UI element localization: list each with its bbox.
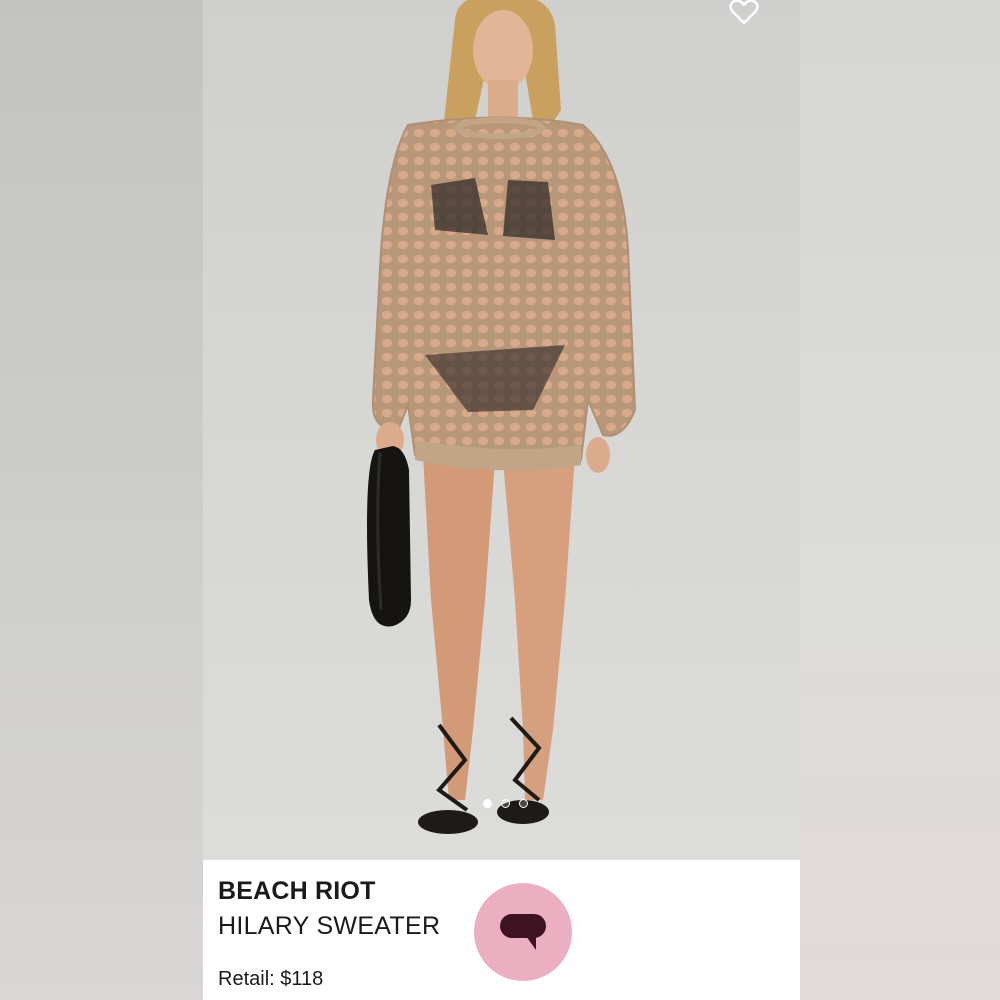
product-title[interactable]: HILARY SWEATER (218, 912, 440, 941)
chat-button[interactable] (474, 883, 572, 981)
carousel-dot-1[interactable] (483, 799, 492, 808)
product-brand[interactable]: BEACH RIOT (218, 877, 376, 906)
carousel-dot-3[interactable] (519, 799, 528, 808)
favorite-heart-icon[interactable] (727, 0, 761, 26)
blurred-background-left (0, 0, 203, 1000)
chat-bubble-icon (500, 914, 546, 950)
retail-price: Retail: $118 (218, 968, 324, 990)
carousel-indicator (483, 799, 528, 808)
product-image[interactable] (203, 0, 800, 860)
blurred-background-right (800, 0, 1000, 1000)
carousel-dot-2[interactable] (501, 799, 510, 808)
product-card[interactable]: BEACH RIOT HILARY SWEATER Retail: $118 (203, 0, 800, 1000)
